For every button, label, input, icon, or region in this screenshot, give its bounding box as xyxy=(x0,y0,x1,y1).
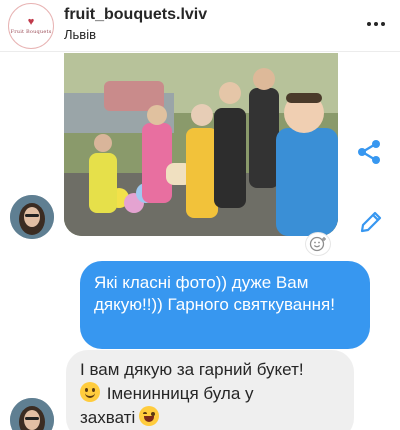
smile-emoji-icon xyxy=(80,382,100,402)
account-location: Львів xyxy=(64,27,97,42)
laugh-emoji-icon xyxy=(139,406,160,426)
message-line-1: І вам дякую за гарний букет! xyxy=(80,360,304,379)
message-line-2: Іменинниця була у xyxy=(106,384,254,403)
sender-avatar[interactable] xyxy=(10,398,54,430)
share-icon[interactable] xyxy=(356,138,384,166)
add-reaction-icon[interactable] xyxy=(306,233,330,255)
edit-icon[interactable] xyxy=(358,209,384,235)
heart-icon: ♥ xyxy=(27,16,35,28)
chat-header: ♥ Fruit Bouquets fruit_bouquets.lviv Льв… xyxy=(0,0,400,52)
incoming-message[interactable]: І вам дякую за гарний букет! Іменинниця … xyxy=(66,350,354,430)
brand-logo[interactable]: ♥ Fruit Bouquets xyxy=(8,3,54,49)
account-username[interactable]: fruit_bouquets.lviv xyxy=(64,6,207,24)
message-line-3: захваті xyxy=(80,408,136,427)
sender-avatar[interactable] xyxy=(10,195,54,239)
message-thread[interactable]: Які класні фото)) дуже Вам дякую!!)) Гар… xyxy=(0,53,400,430)
logo-wordmark: Fruit Bouquets xyxy=(10,29,52,35)
shared-photo[interactable] xyxy=(64,53,338,236)
outgoing-message[interactable]: Які класні фото)) дуже Вам дякую!!)) Гар… xyxy=(80,261,370,349)
more-dots-icon[interactable] xyxy=(366,14,386,34)
